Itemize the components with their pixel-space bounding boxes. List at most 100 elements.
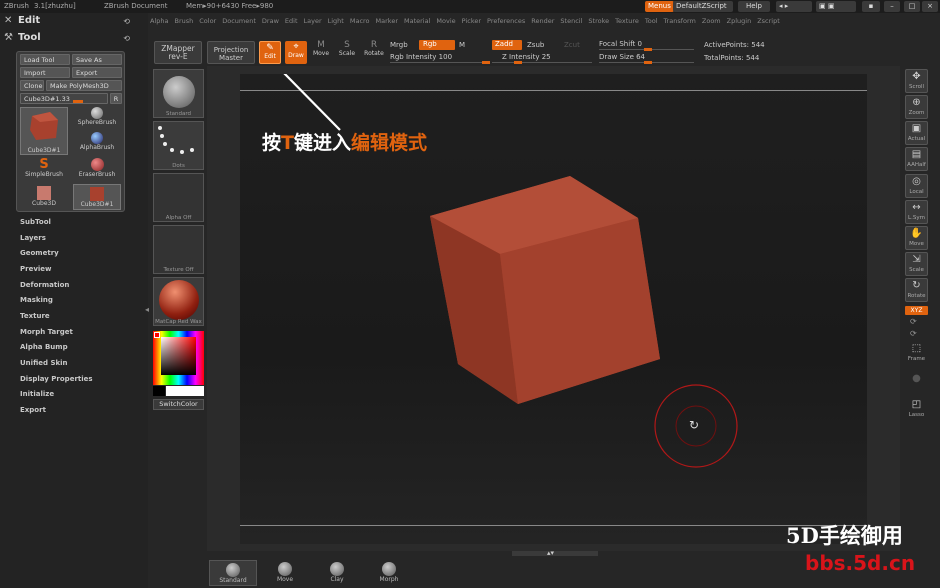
default-zscript-button[interactable]: DefaultZScript bbox=[673, 1, 733, 12]
zoom-button[interactable]: ⊕ Zoom bbox=[905, 95, 928, 119]
rgb-button[interactable]: Rgb bbox=[419, 40, 455, 50]
menu-alpha-bump[interactable]: Alpha Bump bbox=[20, 343, 68, 351]
export-button[interactable]: Export bbox=[72, 67, 122, 78]
color-picker[interactable] bbox=[153, 331, 204, 385]
menu-morph-target[interactable]: Morph Target bbox=[20, 328, 73, 336]
menu-masking[interactable]: Masking bbox=[20, 296, 53, 304]
menu-preferences[interactable]: Preferences bbox=[487, 17, 525, 25]
menu-draw[interactable]: Draw bbox=[262, 17, 279, 25]
menu-stroke[interactable]: Stroke bbox=[588, 17, 609, 25]
rotate-y-icon[interactable]: ⟳ bbox=[910, 317, 917, 326]
save-as-button[interactable]: Save As bbox=[72, 54, 122, 65]
scale-view-button[interactable]: ⇲ Scale bbox=[905, 252, 928, 276]
menu-zplugin[interactable]: Zplugin bbox=[727, 17, 752, 25]
texture-off-slot[interactable]: Texture Off bbox=[153, 225, 204, 274]
r-button[interactable]: R bbox=[110, 93, 122, 104]
menu-display-properties[interactable]: Display Properties bbox=[20, 375, 93, 383]
main-color-swatch[interactable] bbox=[166, 386, 204, 396]
menu-texture[interactable]: Texture bbox=[20, 312, 50, 320]
scale-button[interactable]: S Scale bbox=[336, 41, 358, 64]
collapse-handle-icon[interactable]: ◂ bbox=[145, 305, 149, 314]
alpha-off-slot[interactable]: Alpha Off bbox=[153, 173, 204, 222]
menu-edit[interactable]: Edit bbox=[285, 17, 298, 25]
tool-thumb-alphabrush[interactable]: AlphaBrush bbox=[73, 132, 121, 156]
tool-thumb-simplebrush[interactable]: S SimpleBrush bbox=[20, 158, 68, 182]
menu-initialize[interactable]: Initialize bbox=[20, 390, 54, 398]
zsub-button[interactable]: Zsub bbox=[527, 41, 544, 49]
scroll-button[interactable]: ✥ Scroll bbox=[905, 69, 928, 93]
menu-subtool[interactable]: SubTool bbox=[20, 218, 51, 226]
import-button[interactable]: Import bbox=[20, 67, 70, 78]
edit-palette-header[interactable]: ✕ Edit bbox=[4, 15, 40, 26]
zmapper-button[interactable]: ZMapper rev-E bbox=[154, 41, 202, 64]
menu-macro[interactable]: Macro bbox=[350, 17, 370, 25]
zadd-button[interactable]: Zadd bbox=[492, 40, 522, 50]
z-intensity-slider[interactable]: Z Intensity 25 bbox=[502, 53, 551, 61]
draw-size-knob[interactable] bbox=[644, 61, 652, 64]
help-button[interactable]: Help bbox=[738, 1, 770, 12]
color-sv-square[interactable] bbox=[161, 337, 196, 375]
tool-slider-knob[interactable] bbox=[73, 100, 83, 103]
minimize-icon[interactable]: – bbox=[884, 1, 900, 12]
lasso-button[interactable]: ◰ Lasso bbox=[905, 398, 928, 422]
menu-zscript[interactable]: Zscript bbox=[757, 17, 780, 25]
move-button[interactable]: M Move bbox=[310, 41, 332, 64]
tool-thumb-spherebrush[interactable]: SphereBrush bbox=[73, 107, 121, 131]
pin-icon[interactable]: ⟲ bbox=[123, 17, 130, 26]
tool-thumb-cube3d-1-small[interactable]: Cube3D#1 bbox=[73, 184, 121, 210]
maximize-icon[interactable]: □ bbox=[904, 1, 920, 12]
menu-brush[interactable]: Brush bbox=[174, 17, 193, 25]
menu-layers[interactable]: Layers bbox=[20, 234, 46, 242]
aahalf-button[interactable]: ▤ AAHalf bbox=[905, 147, 928, 171]
lsym-button[interactable]: ↔ L.Sym bbox=[905, 200, 928, 224]
lock-icon[interactable]: ▪ bbox=[862, 1, 880, 12]
rotate-z-icon[interactable]: ⟳ bbox=[910, 329, 917, 338]
menu-document[interactable]: Document bbox=[222, 17, 256, 25]
move-view-button[interactable]: ✋ Move bbox=[905, 226, 928, 250]
bottom-brush-morph[interactable]: Morph bbox=[365, 560, 413, 586]
bottom-brush-standard[interactable]: Standard bbox=[209, 560, 257, 586]
menu-color[interactable]: Color bbox=[199, 17, 216, 25]
frame-button[interactable]: ⬚ Frame bbox=[905, 342, 928, 366]
rotate-button[interactable]: R Rotate bbox=[361, 41, 387, 64]
m-button[interactable]: M bbox=[459, 41, 465, 49]
menu-zoom[interactable]: Zoom bbox=[702, 17, 721, 25]
draw-size-slider[interactable]: Draw Size 64 bbox=[599, 53, 645, 61]
menu-picker[interactable]: Picker bbox=[462, 17, 481, 25]
clone-button[interactable]: Clone bbox=[20, 80, 44, 91]
brush-standard-slot[interactable]: Standard bbox=[153, 69, 204, 118]
draw-button[interactable]: ⌖ Draw bbox=[285, 41, 307, 64]
menu-stencil[interactable]: Stencil bbox=[560, 17, 582, 25]
switch-color-button[interactable]: SwitchColor bbox=[153, 399, 204, 410]
actual-button[interactable]: ▣ Actual bbox=[905, 121, 928, 145]
zcut-button[interactable]: Zcut bbox=[564, 41, 580, 49]
focal-shift-slider[interactable]: Focal Shift 0 bbox=[599, 40, 642, 48]
menus-button[interactable]: Menus bbox=[645, 1, 674, 12]
menu-layer[interactable]: Layer bbox=[304, 17, 322, 25]
focal-shift-knob[interactable] bbox=[644, 48, 652, 51]
tool-thumb-cube3d-1[interactable]: Cube3D#1 bbox=[20, 107, 68, 155]
rgb-intensity-slider[interactable]: Rgb Intensity 100 bbox=[390, 53, 452, 61]
pin-icon[interactable]: ⟲ bbox=[123, 34, 130, 43]
bottom-tray-handle[interactable] bbox=[512, 551, 598, 556]
local-button[interactable]: ◎ Local bbox=[905, 174, 928, 198]
tool-thumb-cube3d[interactable]: Cube3D bbox=[20, 184, 68, 210]
nav-arrows-icon[interactable]: ◂ ▸ bbox=[776, 1, 812, 12]
rgb-intensity-knob[interactable] bbox=[482, 61, 490, 64]
load-tool-button[interactable]: Load Tool bbox=[20, 54, 70, 65]
layout-icons[interactable]: ▣ ▣ bbox=[816, 1, 856, 12]
bottom-brush-move[interactable]: Move bbox=[261, 560, 309, 586]
rotate-view-button[interactable]: ↻ Rotate bbox=[905, 278, 928, 302]
menu-transform[interactable]: Transform bbox=[664, 17, 696, 25]
menu-render[interactable]: Render bbox=[531, 17, 554, 25]
projection-master-button[interactable]: Projection Master bbox=[207, 41, 255, 64]
bottom-brush-clay[interactable]: Clay bbox=[313, 560, 361, 586]
edit-mode-button[interactable]: ✎ Edit bbox=[259, 41, 281, 64]
menu-texture[interactable]: Texture bbox=[615, 17, 639, 25]
stroke-dots-slot[interactable]: Dots bbox=[153, 121, 204, 170]
menu-deformation[interactable]: Deformation bbox=[20, 281, 69, 289]
xyz-toggle[interactable]: XYZ bbox=[905, 306, 928, 315]
menu-light[interactable]: Light bbox=[328, 17, 344, 25]
mrgb-button[interactable]: Mrgb bbox=[390, 41, 408, 49]
z-intensity-knob[interactable] bbox=[514, 61, 522, 64]
